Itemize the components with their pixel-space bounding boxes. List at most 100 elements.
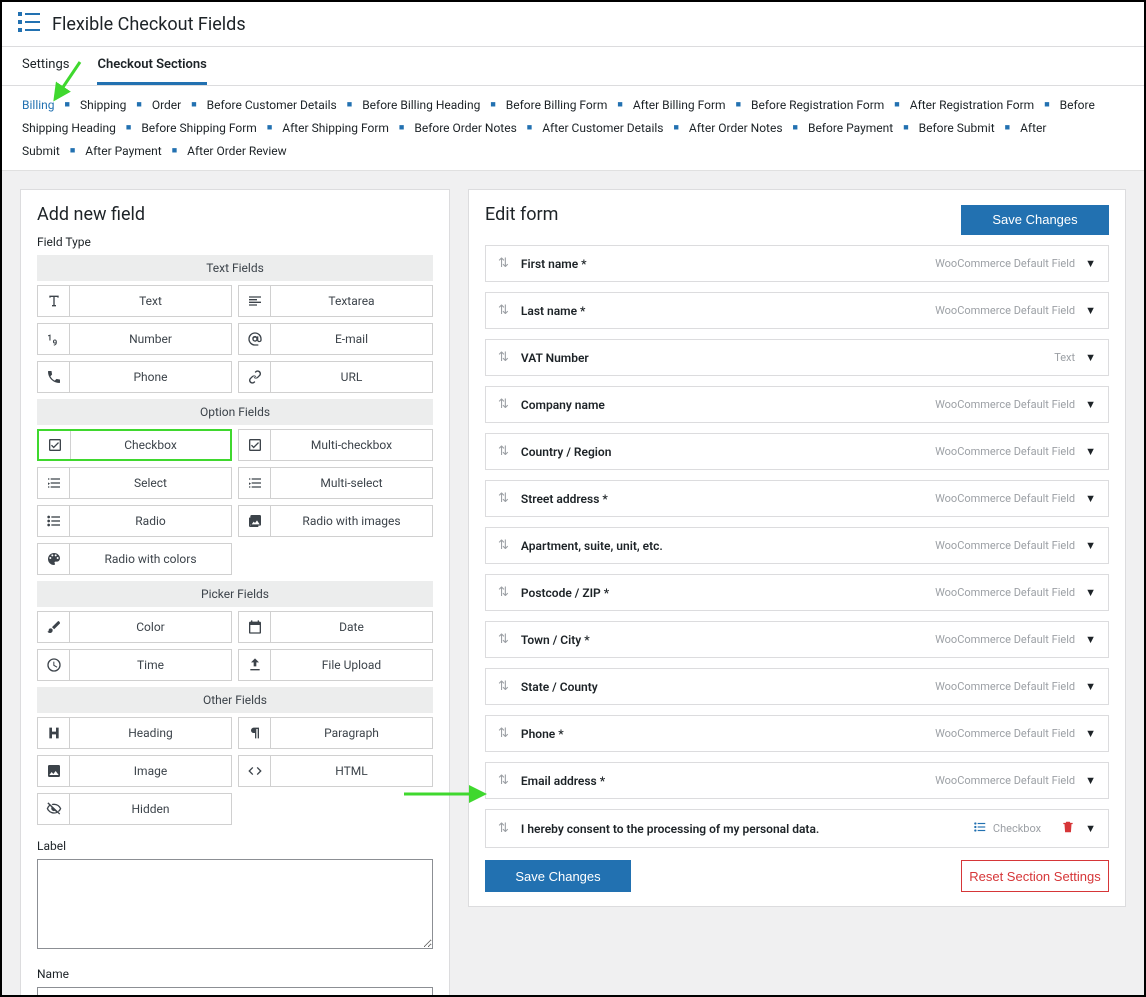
fieldtype-radio-colors[interactable]: Radio with colors bbox=[37, 543, 232, 575]
expand-toggle[interactable]: ▼ bbox=[1085, 727, 1096, 740]
drag-handle-icon[interactable]: ⇅ bbox=[498, 350, 509, 365]
group-picker-fields: Picker Fields bbox=[37, 581, 433, 607]
form-field-row[interactable]: ⇅First name *WooCommerce Default Field▼ bbox=[485, 245, 1109, 282]
fieldtype-hidden[interactable]: Hidden bbox=[37, 793, 232, 825]
page-title: Flexible Checkout Fields bbox=[52, 14, 246, 35]
drag-handle-icon[interactable]: ⇅ bbox=[498, 256, 509, 271]
section-link[interactable]: Before Shipping Form bbox=[141, 121, 256, 135]
drag-handle-icon[interactable]: ⇅ bbox=[498, 632, 509, 647]
expand-toggle[interactable]: ▼ bbox=[1085, 445, 1096, 458]
delete-field-button[interactable] bbox=[1061, 820, 1075, 837]
expand-toggle[interactable]: ▼ bbox=[1085, 774, 1096, 787]
calendar-icon bbox=[239, 612, 271, 642]
fieldtype-time[interactable]: Time bbox=[37, 649, 232, 681]
fieldtype-heading[interactable]: Heading bbox=[37, 717, 232, 749]
fieldtype-text[interactable]: Text bbox=[37, 285, 232, 317]
section-link[interactable]: After Order Notes bbox=[689, 121, 783, 135]
add-field-title: Add new field bbox=[37, 204, 433, 225]
section-link[interactable]: Before Payment bbox=[808, 121, 893, 135]
fieldtype-phone[interactable]: Phone bbox=[37, 361, 232, 393]
drag-handle-icon[interactable]: ⇅ bbox=[498, 444, 509, 459]
section-link[interactable]: Before Submit bbox=[919, 121, 995, 135]
fieldtype-url[interactable]: URL bbox=[238, 361, 433, 393]
expand-toggle[interactable]: ▼ bbox=[1085, 680, 1096, 693]
section-link[interactable]: Before Billing Form bbox=[506, 98, 608, 112]
drag-handle-icon[interactable]: ⇅ bbox=[498, 726, 509, 741]
fieldtype-multicheckbox[interactable]: Multi-checkbox bbox=[238, 429, 433, 461]
section-link[interactable]: Before Billing Heading bbox=[362, 98, 480, 112]
fieldtype-radio[interactable]: Radio bbox=[37, 505, 232, 537]
drag-handle-icon[interactable]: ⇅ bbox=[498, 821, 509, 836]
section-link[interactable]: After Payment bbox=[85, 144, 161, 158]
section-link[interactable]: After Registration Form bbox=[910, 98, 1034, 112]
save-changes-bottom-button[interactable]: Save Changes bbox=[485, 860, 631, 892]
field-label: VAT Number bbox=[521, 351, 1054, 365]
section-link[interactable]: Before Customer Details bbox=[207, 98, 337, 112]
section-subnav: Billing■Shipping■Order■Before Customer D… bbox=[2, 86, 1144, 171]
save-changes-top-button[interactable]: Save Changes bbox=[961, 205, 1109, 235]
form-field-row[interactable]: ⇅State / CountyWooCommerce Default Field… bbox=[485, 668, 1109, 705]
section-link[interactable]: After Order Review bbox=[187, 144, 287, 158]
tab-checkout-sections[interactable]: Checkout Sections bbox=[97, 47, 206, 85]
reset-section-button[interactable]: Reset Section Settings bbox=[961, 860, 1109, 892]
drag-handle-icon[interactable]: ⇅ bbox=[498, 585, 509, 600]
fieldtype-number[interactable]: 19Number bbox=[37, 323, 232, 355]
fieldtype-multiselect[interactable]: Multi-select bbox=[238, 467, 433, 499]
form-field-row[interactable]: ⇅Country / RegionWooCommerce Default Fie… bbox=[485, 433, 1109, 470]
separator: ■ bbox=[527, 123, 532, 133]
section-link[interactable]: Before Registration Form bbox=[751, 98, 884, 112]
expand-toggle[interactable]: ▼ bbox=[1085, 398, 1096, 411]
fieldtype-file[interactable]: File Upload bbox=[238, 649, 433, 681]
form-field-row[interactable]: ⇅Phone *WooCommerce Default Field▼ bbox=[485, 715, 1109, 752]
expand-toggle[interactable]: ▼ bbox=[1085, 822, 1096, 835]
edit-form-panel: Edit form Save Changes ⇅First name *WooC… bbox=[468, 189, 1126, 907]
section-link[interactable]: Order bbox=[152, 98, 181, 112]
section-link[interactable]: After Billing Form bbox=[633, 98, 726, 112]
section-link[interactable]: Shipping bbox=[80, 98, 126, 112]
fieldtype-date[interactable]: Date bbox=[238, 611, 433, 643]
form-field-row[interactable]: ⇅Company nameWooCommerce Default Field▼ bbox=[485, 386, 1109, 423]
drag-handle-icon[interactable]: ⇅ bbox=[498, 303, 509, 318]
form-field-row[interactable]: ⇅I hereby consent to the processing of m… bbox=[485, 809, 1109, 848]
tab-settings[interactable]: Settings bbox=[22, 47, 69, 85]
section-link[interactable]: After Shipping Form bbox=[282, 121, 389, 135]
fieldtype-html[interactable]: HTML bbox=[238, 755, 433, 787]
drag-handle-icon[interactable]: ⇅ bbox=[498, 773, 509, 788]
expand-toggle[interactable]: ▼ bbox=[1085, 492, 1096, 505]
expand-toggle[interactable]: ▼ bbox=[1085, 257, 1096, 270]
svg-text:1: 1 bbox=[47, 334, 52, 343]
expand-toggle[interactable]: ▼ bbox=[1085, 304, 1096, 317]
expand-toggle[interactable]: ▼ bbox=[1085, 586, 1096, 599]
form-field-row[interactable]: ⇅Email address *WooCommerce Default Fiel… bbox=[485, 762, 1109, 799]
fieldtype-image[interactable]: Image bbox=[37, 755, 232, 787]
name-input[interactable] bbox=[37, 987, 433, 997]
fieldtype-textarea[interactable]: Textarea bbox=[238, 285, 433, 317]
separator: ■ bbox=[793, 123, 798, 133]
main-tabs: Settings Checkout Sections bbox=[2, 47, 1144, 86]
form-field-row[interactable]: ⇅Street address *WooCommerce Default Fie… bbox=[485, 480, 1109, 517]
field-label: Postcode / ZIP * bbox=[521, 586, 935, 600]
form-field-row[interactable]: ⇅VAT NumberText▼ bbox=[485, 339, 1109, 376]
drag-handle-icon[interactable]: ⇅ bbox=[498, 538, 509, 553]
drag-handle-icon[interactable]: ⇅ bbox=[498, 397, 509, 412]
section-link[interactable]: After Customer Details bbox=[542, 121, 663, 135]
form-field-row[interactable]: ⇅Last name *WooCommerce Default Field▼ bbox=[485, 292, 1109, 329]
label-textarea[interactable] bbox=[37, 859, 433, 949]
fieldtype-select[interactable]: Select bbox=[37, 467, 232, 499]
fieldtype-email[interactable]: E-mail bbox=[238, 323, 433, 355]
drag-handle-icon[interactable]: ⇅ bbox=[498, 491, 509, 506]
fieldtype-paragraph[interactable]: Paragraph bbox=[238, 717, 433, 749]
expand-toggle[interactable]: ▼ bbox=[1085, 539, 1096, 552]
section-link[interactable]: Before Order Notes bbox=[414, 121, 516, 135]
drag-handle-icon[interactable]: ⇅ bbox=[498, 679, 509, 694]
section-link[interactable]: Billing bbox=[22, 98, 55, 112]
fieldtype-color[interactable]: Color bbox=[37, 611, 232, 643]
form-field-row[interactable]: ⇅Apartment, suite, unit, etc.WooCommerce… bbox=[485, 527, 1109, 564]
fieldtype-radio-images[interactable]: Radio with images bbox=[238, 505, 433, 537]
form-field-row[interactable]: ⇅Town / City *WooCommerce Default Field▼ bbox=[485, 621, 1109, 658]
form-field-row[interactable]: ⇅Postcode / ZIP *WooCommerce Default Fie… bbox=[485, 574, 1109, 611]
expand-toggle[interactable]: ▼ bbox=[1085, 351, 1096, 364]
fieldtype-checkbox[interactable]: Checkbox bbox=[37, 429, 232, 461]
expand-toggle[interactable]: ▼ bbox=[1085, 633, 1096, 646]
palette-icon bbox=[38, 544, 70, 574]
